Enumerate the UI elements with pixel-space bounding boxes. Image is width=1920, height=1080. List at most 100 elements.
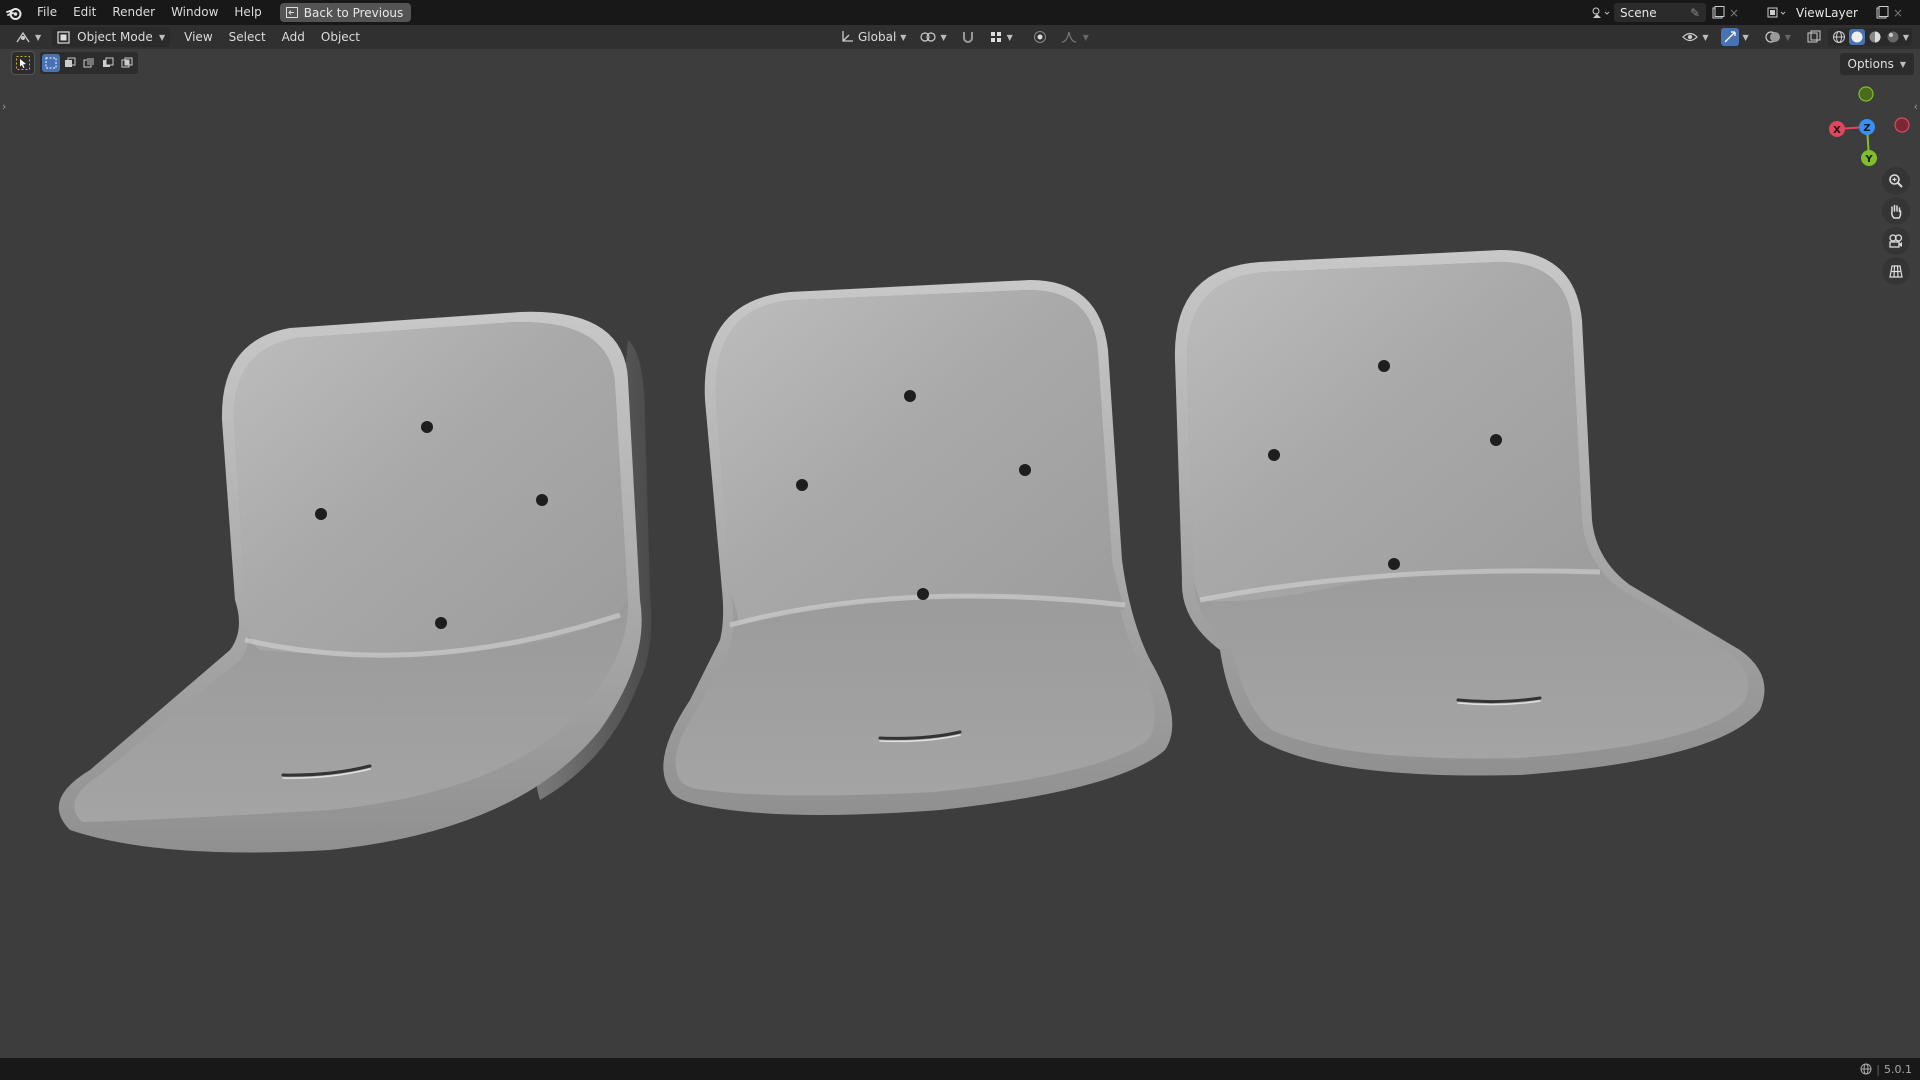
- editor-type-button[interactable]: ▼: [10, 27, 46, 47]
- shading-mode-group: ▼: [1827, 28, 1912, 46]
- falloff-curve-icon: [1061, 31, 1076, 43]
- menu-select[interactable]: Select: [221, 25, 274, 49]
- view-layer-selector: ViewLayer ×: [1764, 2, 1906, 23]
- version-label: 5.0.1: [1884, 1062, 1912, 1076]
- xray-icon: [1807, 30, 1821, 43]
- snap-target-dropdown[interactable]: ▼: [984, 27, 1018, 47]
- camera-icon[interactable]: [1882, 227, 1910, 255]
- chevron-down-icon: ▼: [1006, 32, 1013, 42]
- material-shading-icon[interactable]: [1867, 29, 1883, 45]
- ortho-grid-icon[interactable]: [1882, 257, 1910, 285]
- overlays-icon: [1765, 31, 1780, 43]
- chevron-down-icon: ▼: [1899, 59, 1906, 69]
- menu-file[interactable]: File: [29, 0, 65, 25]
- chevron-down-icon: ▼: [1702, 32, 1709, 42]
- menu-object[interactable]: Object: [313, 25, 368, 49]
- overlays-toggle[interactable]: ▼: [1760, 27, 1796, 47]
- svg-text:Y: Y: [1864, 154, 1873, 165]
- chevron-down-icon: ▼: [1742, 32, 1749, 42]
- scene-selector: Scene ✎ ×: [1588, 2, 1742, 23]
- snap-grid-icon: [990, 32, 1001, 42]
- rendered-shading-icon[interactable]: [1885, 29, 1901, 45]
- chevron-down-icon: ▼: [1082, 32, 1089, 42]
- chevron-down-icon: ▼: [35, 32, 42, 42]
- close-view-layer-icon[interactable]: ×: [1890, 5, 1906, 21]
- snap-toggle[interactable]: [956, 27, 980, 47]
- seat-shell-left[interactable]: [58, 311, 652, 853]
- back-to-previous-button[interactable]: Back to Previous: [279, 3, 412, 22]
- falloff-dropdown[interactable]: ▼: [1056, 27, 1094, 47]
- select-subtract-icon[interactable]: [80, 54, 98, 72]
- wireframe-shading-icon[interactable]: [1831, 29, 1847, 45]
- blender-logo-icon[interactable]: [5, 4, 23, 22]
- xray-toggle[interactable]: [1802, 27, 1826, 47]
- select-invert-icon[interactable]: [99, 54, 117, 72]
- pivot-point-dropdown[interactable]: ▼: [915, 27, 951, 47]
- editor-type-icon: [16, 31, 30, 43]
- chevron-down-icon[interactable]: ▼: [1903, 33, 1909, 42]
- menu-view[interactable]: View: [176, 25, 220, 49]
- hand-icon[interactable]: [1882, 197, 1910, 225]
- top-bar: File Edit Render Window Help Back to Pre…: [0, 0, 1920, 25]
- toolbar-expand-chevron-icon[interactable]: ›: [2, 100, 6, 113]
- options-dropdown[interactable]: Options ▼: [1839, 53, 1914, 75]
- 3d-viewport[interactable]: [0, 78, 1920, 1058]
- menu-help[interactable]: Help: [226, 0, 269, 25]
- magnet-icon: [962, 32, 973, 43]
- svg-text:X: X: [1833, 125, 1841, 136]
- menu-render[interactable]: Render: [104, 0, 163, 25]
- select-intersect-icon[interactable]: [118, 54, 136, 72]
- menu-edit[interactable]: Edit: [65, 0, 104, 25]
- select-extend-icon[interactable]: [61, 54, 79, 72]
- tool-settings-row: [11, 51, 138, 75]
- cursor-arrow-icon: [16, 56, 30, 70]
- globe-icon: [1860, 1063, 1872, 1075]
- chevron-down-icon: ▼: [1784, 32, 1791, 42]
- seat-shell-right[interactable]: [1174, 250, 1765, 776]
- proportional-edit-icon: [1033, 31, 1046, 43]
- solid-shading-icon[interactable]: [1848, 29, 1865, 45]
- neg-y-axis-handle: [1858, 86, 1874, 102]
- menu-add[interactable]: Add: [274, 25, 313, 49]
- viewport-scene: [58, 250, 1765, 853]
- navigation-gizmo[interactable]: X Y Z: [1810, 82, 1910, 172]
- pin-icon[interactable]: ✎: [1690, 6, 1700, 20]
- back-to-previous-label: Back to Previous: [303, 5, 404, 20]
- options-label: Options: [1847, 57, 1894, 71]
- view-layer-name-field[interactable]: ViewLayer: [1790, 3, 1872, 22]
- back-icon: [285, 7, 298, 18]
- center-tools: Global ▼ ▼ ▼ ▼: [835, 27, 1094, 47]
- pivot-icon: [920, 32, 937, 42]
- neg-x-axis-handle: [1894, 117, 1910, 133]
- version-info: | 5.0.1: [1860, 1063, 1912, 1076]
- chevron-down-icon: ▼: [900, 32, 907, 42]
- chevron-down-icon: ▼: [159, 32, 166, 42]
- object-mode-icon: [57, 30, 70, 44]
- eye-icon: [1682, 32, 1699, 42]
- mode-label: Object Mode: [77, 30, 153, 44]
- chevron-down-icon: ▼: [940, 32, 947, 42]
- menu-window[interactable]: Window: [163, 0, 226, 25]
- mode-dropdown[interactable]: Object Mode ▼: [52, 27, 171, 47]
- view-layer-icon[interactable]: [1764, 5, 1790, 21]
- orientation-icon: [842, 31, 853, 42]
- new-scene-icon[interactable]: [1710, 5, 1726, 21]
- view-layer-name: ViewLayer: [1796, 5, 1858, 20]
- svg-text:Z: Z: [1863, 123, 1870, 134]
- visibility-dropdown[interactable]: ▼: [1677, 27, 1713, 47]
- scene-name-field[interactable]: Scene ✎: [1614, 3, 1706, 22]
- seat-shell-middle[interactable]: [663, 280, 1173, 815]
- sidebar-expand-chevron-icon[interactable]: ‹: [1914, 100, 1918, 113]
- close-scene-icon[interactable]: ×: [1726, 5, 1742, 21]
- gizmo-toggle[interactable]: ▼: [1716, 27, 1754, 47]
- new-view-layer-icon[interactable]: [1874, 5, 1890, 21]
- scene-icon[interactable]: [1588, 5, 1614, 21]
- orientation-label: Global: [858, 30, 897, 44]
- zoom-icon[interactable]: [1882, 167, 1910, 195]
- transform-orientation-dropdown[interactable]: Global ▼: [835, 27, 911, 47]
- gizmo-icon: [1720, 28, 1739, 46]
- proportional-edit-toggle[interactable]: [1028, 27, 1052, 47]
- select-tool-button[interactable]: [11, 51, 35, 75]
- select-new-icon[interactable]: [42, 54, 60, 72]
- scene-name: Scene: [1620, 5, 1657, 20]
